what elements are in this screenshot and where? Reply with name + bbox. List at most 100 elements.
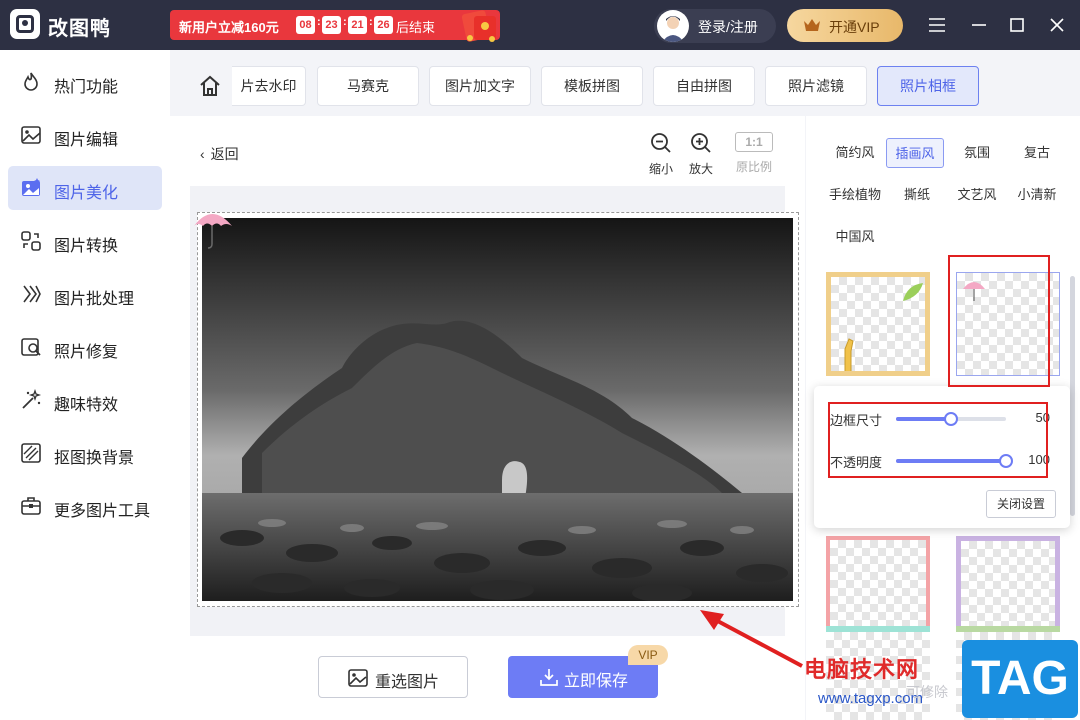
countdown-minutes: 23	[322, 16, 341, 34]
ratio-box: 1:1	[735, 132, 773, 152]
home-icon[interactable]	[198, 74, 222, 98]
close-settings-button[interactable]: 关闭设置	[986, 490, 1056, 518]
sidebar-item-label: 图片美化	[54, 185, 119, 202]
sidebar-item-label: 趣味特效	[54, 397, 119, 414]
sidebar-item-convert[interactable]: 图片转换	[8, 219, 162, 263]
promo-label: 新用户立减160元	[179, 20, 279, 35]
ratio-label: 原比例	[735, 160, 772, 174]
close-icon[interactable]	[1046, 14, 1068, 36]
category-illustration[interactable]: 插画风	[886, 138, 944, 168]
promo-suffix: 后结束	[396, 20, 436, 35]
tool-remove-watermark[interactable]: 片去水印	[232, 66, 306, 106]
giraffe-icon	[844, 338, 854, 371]
flame-icon	[24, 72, 38, 91]
sidebar-item-batch[interactable]: 图片批处理	[8, 272, 162, 316]
maximize-icon[interactable]	[1006, 14, 1028, 36]
category-hand-drawn-plants[interactable]: 手绘植物	[824, 180, 886, 210]
promo-banner[interactable]: 新用户立减160元 08 : 23 : 21 : 26 后结束	[170, 10, 500, 40]
zoom-out-icon	[651, 133, 671, 153]
image-stage	[190, 186, 799, 636]
sidebar-item-edit[interactable]: 图片编辑	[8, 113, 162, 157]
zoom-out-label: 缩小	[648, 162, 673, 176]
countdown-centis: 26	[374, 16, 393, 34]
highlight-settings	[828, 402, 1048, 478]
tool-free-collage[interactable]: 自由拼图	[653, 66, 755, 106]
umbrella-decoration-icon	[194, 214, 232, 249]
countdown-hours: 08	[296, 16, 315, 34]
tool-add-text[interactable]: 图片加文字	[429, 66, 531, 106]
sidebar-item-label: 图片转换	[54, 238, 119, 255]
title-bar: 改图鸭 新用户立减160元 08 : 23 : 21 : 26 后结束 登录/注…	[0, 0, 1080, 50]
sidebar-item-label: 图片编辑	[54, 132, 119, 149]
preview-photo	[202, 218, 793, 601]
panel-scrollbar[interactable]	[1070, 276, 1075, 516]
tool-template-collage[interactable]: 模板拼图	[541, 66, 643, 106]
download-icon	[540, 669, 558, 686]
sidebar-item-label: 图片批处理	[54, 291, 135, 308]
sidebar-item-more[interactable]: 更多图片工具	[8, 484, 162, 528]
original-ratio-button[interactable]: 1:1 原比例	[732, 132, 776, 175]
sparkle-icon	[22, 389, 42, 409]
batch-icon	[23, 285, 41, 303]
repair-icon	[21, 338, 41, 356]
category-retro[interactable]: 复古	[1010, 138, 1064, 168]
sidebar-item-hot[interactable]: 热门功能	[8, 60, 162, 104]
image-icon	[348, 669, 368, 687]
crown-icon	[804, 19, 820, 31]
reselect-label: 重选图片	[375, 674, 440, 691]
sidebar-item-cutout[interactable]: 抠图换背景	[8, 431, 162, 475]
login-label[interactable]: 登录/注册	[698, 17, 758, 37]
app-name: 改图鸭	[48, 18, 111, 40]
zoom-out-button[interactable]: 缩小	[646, 132, 676, 177]
tool-photo-filter[interactable]: 照片滤镜	[765, 66, 867, 106]
tool-mosaic[interactable]: 马赛克	[317, 66, 419, 106]
sidebar-item-effects[interactable]: 趣味特效	[8, 378, 162, 422]
avatar-icon	[657, 10, 689, 42]
sidebar-item-label: 照片修复	[54, 344, 119, 361]
category-fresh[interactable]: 小清新	[1010, 180, 1064, 210]
category-simple[interactable]: 简约风	[828, 138, 882, 168]
sidebar-item-label: 抠图换背景	[54, 450, 135, 467]
image-beautify-icon	[22, 178, 40, 196]
category-atmosphere[interactable]: 氛围	[950, 138, 1004, 168]
watermark-logo: TAG	[962, 640, 1078, 718]
watermark-text: 电脑技术网	[804, 657, 920, 682]
menu-icon[interactable]	[926, 14, 948, 36]
chevron-left-icon: ‹	[200, 146, 205, 162]
watermark-ghost-text: 可修除	[906, 684, 948, 700]
vip-label: 开通VIP	[829, 19, 880, 35]
sidebar-item-repair[interactable]: 照片修复	[8, 325, 162, 369]
sidebar-item-beautify[interactable]: 图片美化	[8, 166, 162, 210]
sidebar-item-label: 更多图片工具	[54, 503, 151, 520]
reselect-image-button[interactable]: 重选图片	[318, 656, 468, 698]
tools-bar: 片去水印 马赛克 图片加文字 模板拼图 自由拼图 照片滤镜 照片相框	[170, 50, 1080, 116]
zoom-in-button[interactable]: 放大	[686, 132, 716, 177]
countdown-seconds: 21	[348, 16, 367, 34]
save-label: 立即保存	[564, 673, 629, 690]
app-logo-icon	[10, 9, 40, 39]
frame-thumb-purple[interactable]	[956, 536, 1060, 640]
cutout-icon	[21, 443, 41, 463]
category-literary[interactable]: 文艺风	[950, 180, 1004, 210]
frame-thumb-giraffe[interactable]	[826, 272, 930, 376]
zoom-in-icon	[691, 133, 711, 153]
image-edit-icon	[21, 126, 41, 144]
category-chinese[interactable]: 中国风	[828, 222, 882, 252]
tool-photo-frame[interactable]: 照片相框	[877, 66, 979, 106]
highlight-selected-frame	[948, 255, 1050, 387]
category-torn-paper[interactable]: 撕纸	[890, 180, 944, 210]
sidebar-item-label: 热门功能	[54, 79, 119, 96]
back-button[interactable]: ‹ 返回	[200, 144, 239, 164]
frame-thumb-pink[interactable]	[826, 536, 930, 640]
open-vip-button[interactable]: 开通VIP	[787, 9, 903, 42]
vip-badge: VIP	[628, 645, 668, 665]
minimize-icon[interactable]	[968, 14, 990, 36]
sidebar: 热门功能 图片编辑 图片美化 图片转换 图片批处理 照片修复 趣味特效 抠图换背…	[0, 50, 170, 720]
zoom-in-label: 放大	[688, 162, 713, 176]
toolbox-icon	[21, 497, 41, 515]
red-envelope-icon	[461, 10, 496, 42]
leaf-icon	[903, 283, 923, 301]
annotation-arrow-icon	[700, 610, 803, 668]
back-label: 返回	[210, 146, 239, 162]
convert-icon	[21, 231, 41, 251]
